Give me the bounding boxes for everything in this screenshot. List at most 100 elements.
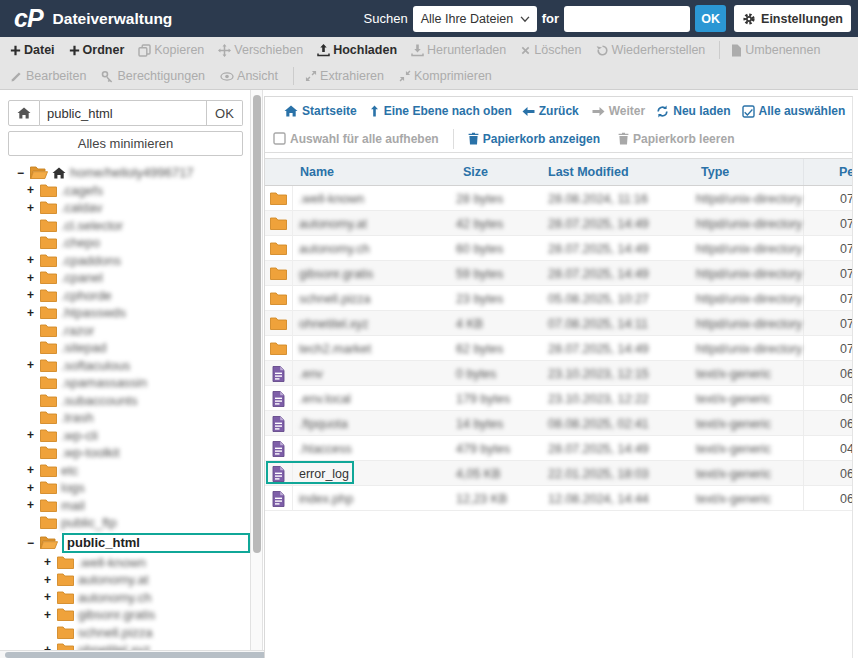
file-row[interactable]: .well-known28 bytes28.08.2024, 11:16http… bbox=[265, 186, 852, 211]
expand-toggle[interactable]: + bbox=[44, 573, 57, 587]
tree-item[interactable]: + autonomy.at bbox=[0, 571, 250, 589]
delete-icon bbox=[520, 45, 531, 56]
nav-startseite[interactable]: Startseite bbox=[284, 104, 357, 118]
collapse-all-button[interactable]: Alles minimieren bbox=[8, 131, 243, 156]
file-row[interactable]: gibsonr.gratis59 bytes28.07.2025, 14:49h… bbox=[265, 261, 852, 286]
settings-label: Einstellungen bbox=[761, 12, 843, 26]
scrollbar-thumb[interactable] bbox=[5, 652, 283, 658]
column-header-modified[interactable]: Last Modified bbox=[548, 165, 696, 179]
collapse-toggle[interactable]: − bbox=[17, 166, 30, 180]
file-type: httpd/unix-directory bbox=[696, 242, 803, 256]
tree-item[interactable]: +.cpanel bbox=[0, 269, 250, 287]
search-scope-select[interactable]: Alle Ihre Dateien bbox=[413, 6, 537, 32]
file-perms: 06 bbox=[803, 411, 853, 436]
expand-toggle[interactable]: + bbox=[27, 463, 40, 477]
file-icon bbox=[265, 411, 293, 436]
tree-item[interactable]: .subaccounts bbox=[0, 392, 250, 410]
tree-item[interactable]: .trash bbox=[0, 409, 250, 427]
expand-toggle[interactable]: + bbox=[44, 643, 57, 650]
tree-item[interactable]: +autonomy.ch bbox=[0, 589, 250, 607]
nav-papierkorb-leeren[interactable]: Papierkorb leeren bbox=[618, 132, 734, 146]
folder-icon bbox=[40, 411, 57, 424]
sidebar-vertical-scrollbar[interactable] bbox=[250, 90, 263, 658]
column-header-size[interactable]: Size bbox=[456, 165, 548, 179]
file-row[interactable]: index.php12,23 KB12.08.2024, 14:44text/x… bbox=[265, 486, 852, 511]
tree-item[interactable]: +.caldav bbox=[0, 199, 250, 217]
toolbar-ordner[interactable]: Ordner bbox=[69, 43, 125, 57]
nav-papierkorb-anzeigen[interactable]: Papierkorb anzeigen bbox=[468, 132, 600, 146]
search-ok-button[interactable]: OK bbox=[695, 5, 726, 32]
tree-item[interactable]: −home/helloly4996717 bbox=[0, 164, 250, 182]
column-header-type[interactable]: Type bbox=[696, 165, 803, 179]
expand-toggle[interactable]: + bbox=[27, 253, 40, 267]
file-row[interactable]: error_log4,05 KB22.01.2025, 18:03text/x-… bbox=[265, 461, 852, 486]
folder-icon bbox=[40, 359, 57, 372]
column-header-perms[interactable]: Pe bbox=[803, 159, 853, 185]
file-row[interactable]: .ftpquota14 bytes08.08.2025, 02:41text/x… bbox=[265, 411, 852, 436]
tree-item[interactable]: public_ftp bbox=[0, 514, 250, 532]
expand-toggle[interactable]: + bbox=[44, 608, 57, 622]
expand-toggle[interactable]: + bbox=[44, 555, 57, 569]
settings-button[interactable]: Einstellungen bbox=[734, 5, 851, 32]
tree-item[interactable]: +.cpaddons bbox=[0, 252, 250, 270]
file-row[interactable]: tech2.market62 bytes28.07.2025, 14:49htt… bbox=[265, 336, 852, 361]
file-icon bbox=[265, 386, 293, 411]
tree-item[interactable]: +.wp-cli bbox=[0, 427, 250, 445]
tree-item[interactable]: +.well-known bbox=[0, 554, 250, 572]
tree-item[interactable]: .wp-toolkit bbox=[0, 444, 250, 462]
nav-zur-ck[interactable]: Zurück bbox=[522, 104, 579, 118]
tree-item[interactable]: +logs bbox=[0, 479, 250, 497]
nav-alle-ausw-hlen[interactable]: Alle auswählen bbox=[742, 104, 846, 118]
tree-item[interactable]: +etc bbox=[0, 462, 250, 480]
expand-toggle[interactable]: + bbox=[27, 481, 40, 495]
collapse-toggle[interactable]: − bbox=[27, 536, 40, 550]
expand-toggle[interactable]: + bbox=[44, 590, 57, 604]
tree-item[interactable]: .cl.selector bbox=[0, 217, 250, 235]
tree-item[interactable]: .spamassassin bbox=[0, 374, 250, 392]
tree-item[interactable]: .sitepad bbox=[0, 339, 250, 357]
tree-item[interactable]: .razor bbox=[0, 322, 250, 340]
toolbar-hochladen[interactable]: Hochladen bbox=[317, 43, 397, 57]
expand-toggle[interactable]: + bbox=[27, 498, 40, 512]
tree-item[interactable]: +.htpasswds bbox=[0, 304, 250, 322]
tree-item[interactable]: +.cphorde bbox=[0, 287, 250, 305]
path-input[interactable] bbox=[40, 100, 207, 126]
file-row[interactable]: autonomy.ch60 bytes28.07.2025, 14:49http… bbox=[265, 236, 852, 261]
file-row[interactable]: autonomy.at42 bytes28.07.2025, 14:49http… bbox=[265, 211, 852, 236]
sidebar-horizontal-scrollbar[interactable] bbox=[0, 650, 290, 658]
toolbar-datei[interactable]: Datei bbox=[10, 43, 55, 57]
folder-icon bbox=[40, 324, 57, 337]
file-row[interactable]: .env.local179 bytes23.10.2023, 12:22text… bbox=[265, 386, 852, 411]
expand-toggle[interactable]: + bbox=[27, 428, 40, 442]
expand-toggle[interactable]: + bbox=[27, 358, 40, 372]
file-name: autonomy.ch bbox=[299, 242, 370, 256]
expand-toggle[interactable]: + bbox=[27, 271, 40, 285]
nav-auswahl-f-r-alle-aufheben[interactable]: Auswahl für alle aufheben bbox=[273, 132, 439, 146]
expand-toggle[interactable]: + bbox=[27, 201, 40, 215]
expand-toggle[interactable]: + bbox=[27, 306, 40, 320]
tree-item[interactable]: −public_html bbox=[0, 532, 250, 554]
nav-weiter[interactable]: Weiter bbox=[592, 104, 645, 118]
tree-item[interactable]: +gibsonr.gratis bbox=[0, 606, 250, 624]
tree-item[interactable]: +mail bbox=[0, 497, 250, 515]
home-button[interactable] bbox=[8, 100, 40, 126]
scrollbar-thumb[interactable] bbox=[253, 95, 261, 553]
file-row[interactable]: .htaccess479 bytes28.07.2025, 14:49text/… bbox=[265, 436, 852, 461]
tree-item[interactable]: schnell.pizza bbox=[0, 624, 250, 642]
expand-toggle[interactable]: + bbox=[27, 183, 40, 197]
search-input[interactable] bbox=[564, 6, 690, 32]
nav-eine-ebene-nach-oben[interactable]: Eine Ebene nach oben bbox=[369, 104, 512, 118]
tree-item[interactable]: +ohnetitel.xyz bbox=[0, 641, 250, 650]
expand-toggle[interactable]: + bbox=[27, 288, 40, 302]
tree-item[interactable]: +.cagefs bbox=[0, 182, 250, 200]
nav-neu-laden[interactable]: Neu laden bbox=[656, 104, 730, 118]
tree-item-label: autonomy.at bbox=[78, 572, 149, 587]
file-row[interactable]: .env0 bytes23.10.2023, 12:15text/x-gener… bbox=[265, 361, 852, 386]
column-header-name[interactable]: Name bbox=[265, 165, 456, 179]
file-row[interactable]: ohnetitel.xyz4 KB07.08.2025, 14:11httpd/… bbox=[265, 311, 852, 336]
path-ok-button[interactable]: OK bbox=[207, 100, 243, 126]
file-type: text/x-generic bbox=[696, 442, 803, 456]
tree-item[interactable]: +.softaculous bbox=[0, 357, 250, 375]
file-row[interactable]: schnell.pizza23 bytes05.08.2025, 10:27ht… bbox=[265, 286, 852, 311]
tree-item[interactable]: .chepo bbox=[0, 234, 250, 252]
